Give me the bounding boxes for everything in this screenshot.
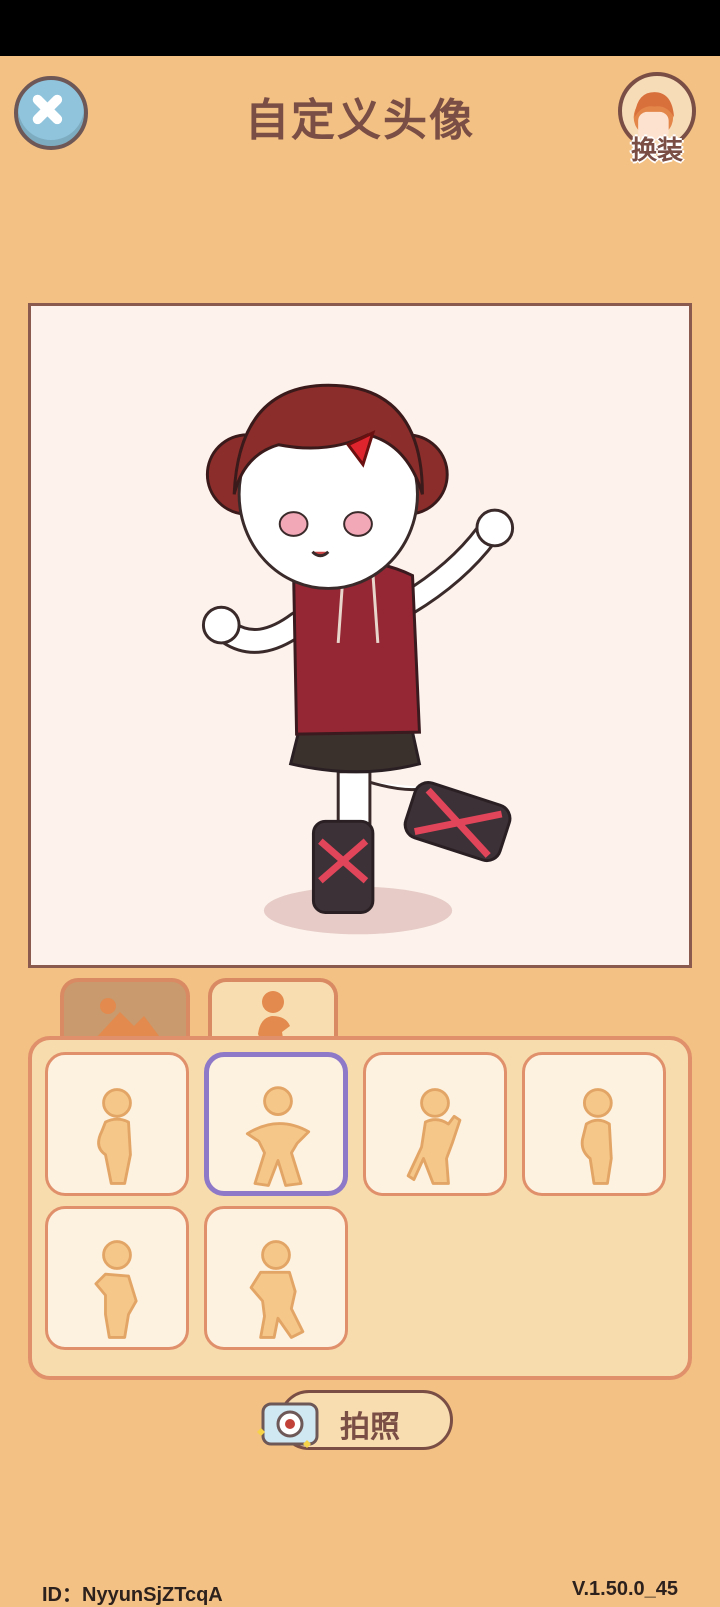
pose-option[interactable] bbox=[363, 1052, 507, 1196]
pose-option[interactable] bbox=[204, 1206, 348, 1350]
take-photo-button[interactable]: 拍照 bbox=[255, 1390, 453, 1452]
pose-option[interactable] bbox=[522, 1052, 666, 1196]
user-id: ID：NyyunSjZTcqA bbox=[42, 1584, 223, 1606]
header: 自定义头像 换装 bbox=[0, 56, 720, 176]
pose-hand-on-hip-icon bbox=[97, 1088, 132, 1185]
pose-option[interactable] bbox=[45, 1206, 189, 1350]
pose-thinking-icon bbox=[94, 1240, 138, 1339]
pose-hand-to-face-icon bbox=[406, 1088, 462, 1185]
status-bar bbox=[0, 0, 720, 56]
version-label: V.1.50.0_45 bbox=[571, 1578, 678, 1600]
pose-arms-out-icon bbox=[245, 1086, 311, 1187]
camera-icon bbox=[257, 1402, 319, 1448]
pose-option[interactable] bbox=[45, 1052, 189, 1196]
pose-hands-to-cheek-icon bbox=[249, 1240, 305, 1339]
avatar-preview bbox=[28, 303, 692, 968]
pose-side-stand-icon bbox=[580, 1088, 613, 1185]
change-outfit-label: 换装 bbox=[630, 136, 683, 166]
change-outfit-button[interactable]: 换装 bbox=[618, 72, 700, 166]
character-illustration bbox=[201, 383, 515, 935]
take-photo-label: 拍照 bbox=[340, 1410, 400, 1445]
pose-option[interactable] bbox=[204, 1052, 348, 1196]
